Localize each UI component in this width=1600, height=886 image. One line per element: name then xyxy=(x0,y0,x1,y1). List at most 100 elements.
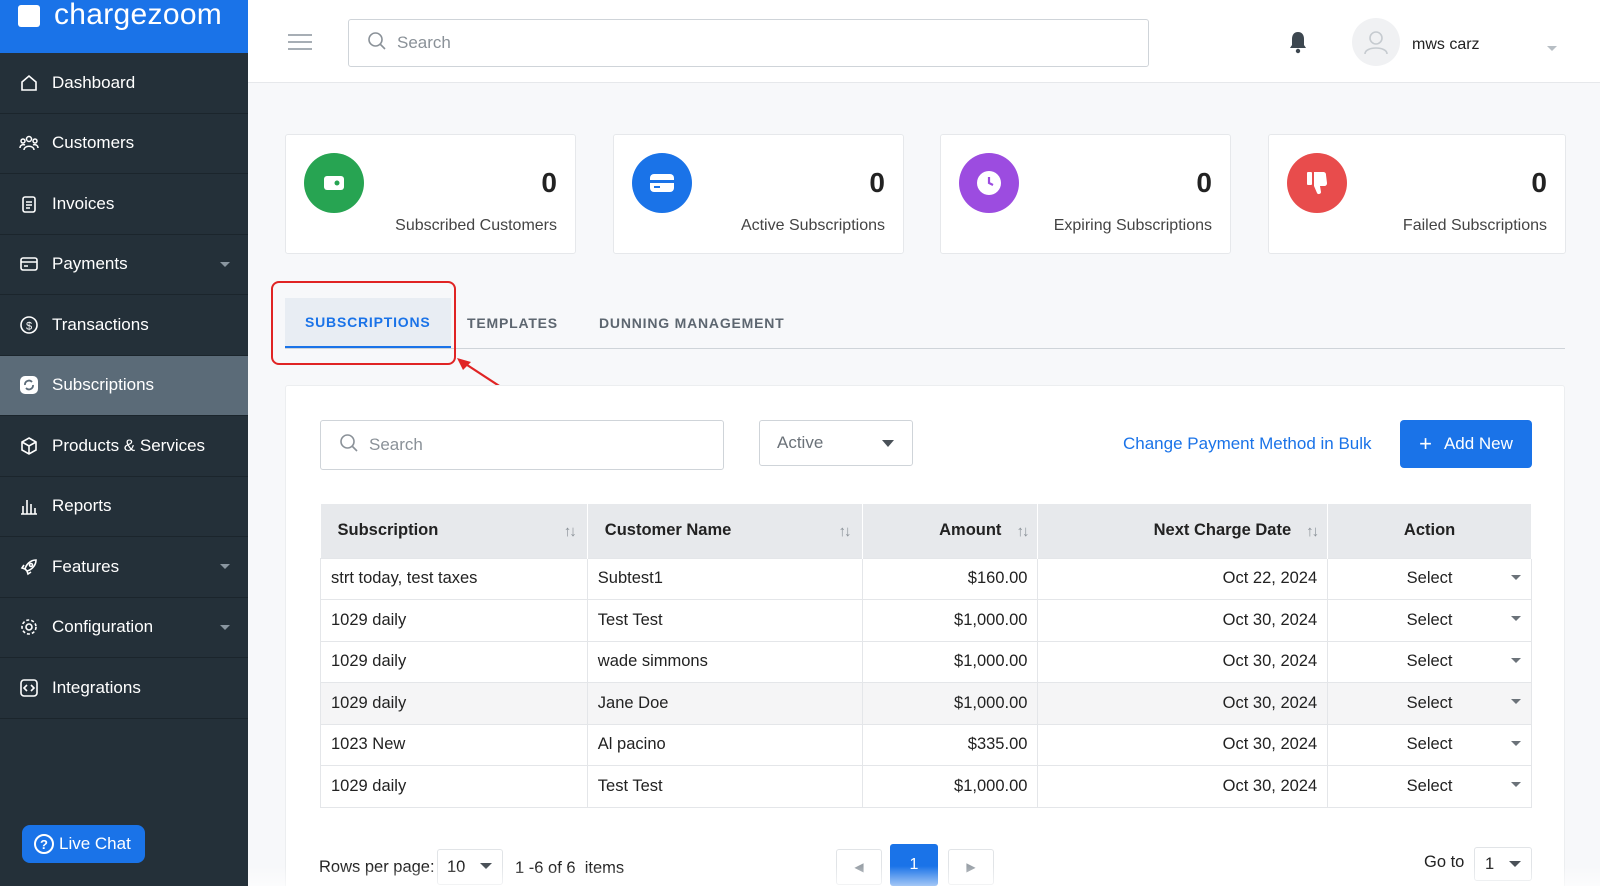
change-payment-method-bulk-link[interactable]: Change Payment Method in Bulk xyxy=(1123,434,1372,454)
customer-link[interactable]: Test Test xyxy=(586,765,863,808)
prev-page-button[interactable]: ◀ xyxy=(836,849,882,885)
sidebar-item-invoices[interactable]: Invoices xyxy=(0,174,248,235)
refresh-icon xyxy=(18,374,40,396)
stat-card-active-subscriptions: 0 Active Subscriptions xyxy=(613,134,904,254)
sidebar: chargezoom Dashboard Customers Invoices … xyxy=(0,0,248,886)
subscription-link[interactable]: strt today, test taxes xyxy=(320,557,588,600)
sidebar-item-configuration[interactable]: Configuration xyxy=(0,598,248,658)
amount-cell: $335.00 xyxy=(861,723,1039,766)
action-select[interactable]: Select xyxy=(1327,723,1532,766)
sort-icon[interactable]: ↑↓ xyxy=(839,523,852,540)
dollar-circle-icon: $ xyxy=(18,314,40,336)
sidebar-item-dashboard[interactable]: Dashboard xyxy=(0,53,248,114)
page-button-current[interactable]: 1 xyxy=(890,844,938,886)
stat-label: Subscribed Customers xyxy=(395,217,557,234)
next-charge-cell: Oct 30, 2024 xyxy=(1037,682,1329,725)
customer-link[interactable]: wade simmons xyxy=(586,640,863,683)
customer-link[interactable]: Test Test xyxy=(586,599,863,642)
chevron-down-icon xyxy=(480,863,492,869)
table-row: 1023 New Al pacino $335.00 Oct 30, 2024 … xyxy=(320,723,1532,766)
chevron-down-icon xyxy=(882,440,894,447)
add-new-button[interactable]: + Add New xyxy=(1400,420,1532,468)
gear-icon xyxy=(18,616,40,638)
next-charge-cell: Oct 30, 2024 xyxy=(1037,599,1329,642)
sort-icon[interactable]: ↑↓ xyxy=(1016,523,1029,540)
action-select[interactable]: Select xyxy=(1327,599,1532,642)
user-name[interactable]: mws carz xyxy=(1412,36,1480,54)
stat-card-subscribed-customers: 0 Subscribed Customers xyxy=(285,134,576,254)
action-select[interactable]: Select xyxy=(1327,640,1532,683)
annotation-highlight-box xyxy=(271,281,456,365)
next-page-button[interactable]: ▶ xyxy=(948,849,994,885)
tab-dunning-management[interactable]: DUNNING MANAGEMENT xyxy=(599,298,785,348)
column-header-customer-name[interactable]: Customer Name ↑↓ xyxy=(587,504,863,558)
next-charge-cell: Oct 30, 2024 xyxy=(1037,765,1329,808)
sidebar-item-label: Customers xyxy=(52,133,135,153)
goto-page-select[interactable]: 1 xyxy=(1474,847,1532,881)
subscription-link[interactable]: 1029 daily xyxy=(320,765,588,808)
chevron-down-icon xyxy=(1509,861,1521,867)
action-select[interactable]: Select xyxy=(1327,765,1532,808)
search-icon xyxy=(367,31,387,56)
invoice-icon xyxy=(18,193,40,215)
add-new-label: Add New xyxy=(1443,434,1513,453)
card-icon xyxy=(18,253,40,275)
amount-cell: $1,000.00 xyxy=(861,682,1039,725)
code-icon xyxy=(18,677,40,699)
amount-cell: $1,000.00 xyxy=(861,599,1039,642)
customer-link[interactable]: Al pacino xyxy=(586,723,863,766)
live-chat-button[interactable]: ? Live Chat xyxy=(22,825,145,863)
sidebar-item-label: Subscriptions xyxy=(52,375,155,395)
action-select[interactable]: Select xyxy=(1327,682,1532,725)
chevron-down-icon[interactable] xyxy=(1547,46,1557,51)
subscription-link[interactable]: 1029 daily xyxy=(320,682,588,725)
subscription-search-input[interactable]: Search xyxy=(320,420,724,470)
logo-bar[interactable]: chargezoom xyxy=(0,0,248,53)
customer-link[interactable]: Subtest1 xyxy=(586,557,863,600)
sidebar-item-label: Products & Services xyxy=(52,435,206,455)
column-header-next-charge-date[interactable]: Next Charge Date ↑↓ xyxy=(1037,504,1329,558)
subscription-link[interactable]: 1029 daily xyxy=(320,599,588,642)
table-row: 1029 daily Jane Doe $1,000.00 Oct 30, 20… xyxy=(320,682,1532,725)
subscription-link[interactable]: 1029 daily xyxy=(320,640,588,683)
action-select[interactable]: Select xyxy=(1327,557,1532,600)
sidebar-item-transactions[interactable]: $ Transactions xyxy=(0,295,248,356)
wallet-icon xyxy=(304,153,364,213)
chevron-down-icon xyxy=(1511,574,1521,580)
global-search-input[interactable]: Search xyxy=(348,19,1149,67)
brand-name: chargezoom xyxy=(54,0,223,31)
customer-link[interactable]: Jane Doe xyxy=(586,682,863,725)
status-filter-select[interactable]: Active xyxy=(759,420,913,466)
sidebar-item-integrations[interactable]: Integrations xyxy=(0,658,248,719)
stat-value: 0 xyxy=(541,167,557,198)
subscription-link[interactable]: 1023 New xyxy=(320,723,588,766)
avatar[interactable] xyxy=(1352,18,1400,66)
menu-icon[interactable] xyxy=(288,34,312,55)
rows-per-page-label: Rows per page: xyxy=(319,858,435,876)
chevron-left-icon: ◀ xyxy=(854,860,864,874)
sort-icon[interactable]: ↑↓ xyxy=(1306,523,1319,540)
rows-per-page-select[interactable]: 10 xyxy=(437,849,503,885)
tab-templates[interactable]: TEMPLATES xyxy=(467,298,558,348)
sidebar-item-reports[interactable]: Reports xyxy=(0,477,248,537)
column-label: Amount xyxy=(939,521,1002,540)
sidebar-item-customers[interactable]: Customers xyxy=(0,114,248,174)
sidebar-item-subscriptions[interactable]: Subscriptions xyxy=(0,355,248,416)
subscriptions-panel: Search Active Change Payment Method in B… xyxy=(285,385,1565,886)
amount-cell: $1,000.00 xyxy=(861,640,1039,683)
chevron-down-icon xyxy=(1511,699,1521,704)
bell-icon[interactable] xyxy=(1288,30,1308,59)
sidebar-item-features[interactable]: Features xyxy=(0,537,248,598)
subscriptions-table: Subscription ↑↓ Customer Name ↑↓ Amount ↑↓ … xyxy=(320,504,1532,808)
column-header-subscription[interactable]: Subscription ↑↓ xyxy=(320,504,588,558)
sidebar-item-label: Invoices xyxy=(52,193,115,213)
tab-bar: SUBSCRIPTIONS TEMPLATES DUNNING MANAGEME… xyxy=(285,298,1565,349)
column-label: Action xyxy=(1403,521,1456,540)
sidebar-item-payments[interactable]: Payments xyxy=(0,235,248,295)
action-select-label: Select xyxy=(1406,569,1453,588)
sort-icon[interactable]: ↑↓ xyxy=(564,523,577,540)
column-header-amount[interactable]: Amount ↑↓ xyxy=(862,504,1039,558)
chevron-down-icon xyxy=(220,564,230,569)
sidebar-item-products-services[interactable]: Products & Services xyxy=(0,416,248,477)
amount-cell: $160.00 xyxy=(861,557,1039,600)
